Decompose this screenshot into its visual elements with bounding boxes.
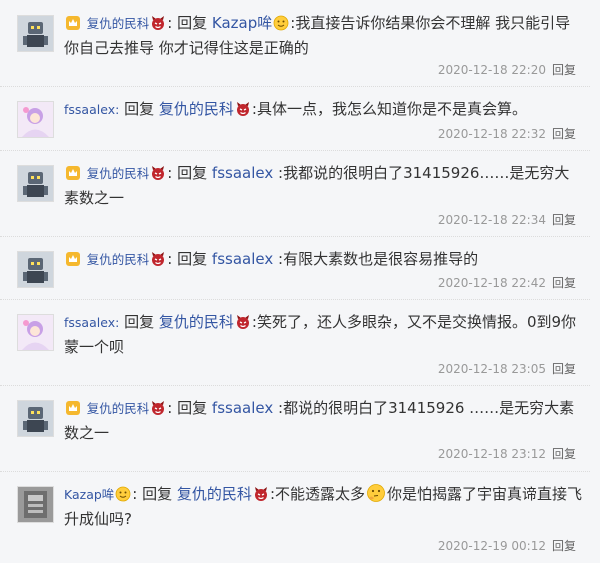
list-item: 复仇的民科: 回复 fssaalex :有限大素数也是很容易推导的 2020-1… [0, 236, 590, 300]
reply-meta: 2020-12-18 23:12 回复 [438, 445, 576, 462]
avatar[interactable] [17, 165, 54, 202]
target-user-link[interactable]: 复仇的民科 [159, 313, 234, 331]
smile-emoji-icon [273, 15, 289, 31]
reply-content: Kazap哞: 回复 复仇的民科:不能透露太多 你是怕揭露了宇宙真谛直接飞升成仙吗… [64, 483, 583, 528]
timestamp: 2020-12-18 22:34 [437, 213, 546, 227]
anime-avatar-icon [18, 102, 53, 137]
reply-content: 复仇的民科: 回复 Kazap哞:我直接告诉你结果你会不理解 我只能引导你自己去… [64, 14, 571, 57]
reply-button[interactable]: 回复 [552, 276, 576, 290]
username-link[interactable]: 复仇的民科 [87, 401, 150, 416]
timestamp: 2020-12-18 22:32 [437, 127, 546, 141]
reply-button[interactable]: 回复 [552, 213, 576, 227]
reply-label: 回复 [177, 250, 208, 268]
crown-badge-icon [65, 15, 81, 31]
reply-text: :具体一点，我怎么知道你是不是真会算。 [251, 100, 527, 118]
reply-thread: 复仇的民科: 回复 Kazap哞:我直接告诉你结果你会不理解 我只能引导你自己去… [0, 0, 600, 563]
anime-avatar-icon [18, 315, 53, 350]
list-item: Kazap哞: 回复 复仇的民科:不能透露太多 你是怕揭露了宇宙真谛直接飞升成仙吗… [0, 471, 590, 563]
username-link[interactable]: fssaalex: [64, 102, 119, 117]
reply-label: 回复 [142, 485, 173, 503]
reply-meta: 2020-12-19 00:12 回复 [438, 537, 576, 554]
crown-badge-icon [65, 251, 81, 267]
devil-face-icon [150, 251, 166, 267]
reply-content: fssaalex: 回复 复仇的民科:笑死了，还人多眼杂，又不是交换情报。0到9… [64, 310, 584, 359]
reply-label: 回复 [124, 313, 155, 331]
username-link[interactable]: fssaalex: [64, 315, 119, 330]
avatar[interactable] [17, 15, 54, 52]
avatar[interactable] [17, 486, 54, 523]
reply-label: 回复 [124, 100, 155, 118]
robot-avatar-icon [18, 16, 53, 51]
devil-face-icon [235, 314, 251, 330]
devil-face-icon [150, 15, 166, 31]
reply-button[interactable]: 回复 [552, 362, 576, 376]
reply-button[interactable]: 回复 [552, 127, 576, 141]
reply-label: 回复 [177, 399, 208, 417]
target-user-link[interactable]: fssaalex [212, 399, 273, 417]
reply-text: :有限大素数也是很容易推导的 [278, 250, 479, 268]
username-link[interactable]: 复仇的民科 [87, 16, 150, 31]
username-link[interactable]: 复仇的民科 [87, 252, 150, 267]
reply-meta: 2020-12-18 22:34 回复 [438, 211, 576, 228]
devil-face-icon [235, 101, 251, 117]
target-user-link[interactable]: fssaalex [212, 164, 273, 182]
username-link[interactable]: Kazap哞 [64, 487, 114, 502]
crown-badge-icon [65, 400, 81, 416]
timestamp: 2020-12-18 23:05 [437, 362, 546, 376]
reply-content: 复仇的民科: 回复 fssaalex :有限大素数也是很容易推导的 [64, 247, 584, 272]
reply-meta: 2020-12-18 22:42 回复 [438, 274, 576, 291]
reply-button[interactable]: 回复 [552, 447, 576, 461]
robot-avatar-icon [18, 252, 53, 287]
list-item: fssaalex: 回复 复仇的民科:笑死了，还人多眼杂，又不是交换情报。0到9… [0, 299, 590, 386]
robot-avatar-icon [18, 401, 53, 436]
reply-content: fssaalex: 回复 复仇的民科 :具体一点，我怎么知道你是不是真会算。 [64, 97, 584, 122]
avatar[interactable] [17, 314, 54, 351]
reply-meta: 2020-12-18 22:32 回复 [438, 125, 576, 142]
devil-face-icon [150, 165, 166, 181]
username-link[interactable]: 复仇的民科 [87, 166, 150, 181]
list-item: 复仇的民科: 回复 fssaalex :都说的很明白了31415926 ……是无… [0, 385, 590, 472]
thinking-emoji-icon [366, 483, 386, 503]
timestamp: 2020-12-18 23:12 [437, 447, 546, 461]
timestamp: 2020-12-18 22:42 [437, 276, 546, 290]
crown-badge-icon [65, 165, 81, 181]
target-user-link[interactable]: 复仇的民科 [177, 485, 252, 503]
reply-meta: 2020-12-18 23:05 回复 [438, 360, 576, 377]
reply-content: 复仇的民科: 回复 fssaalex :我都说的很明白了31415926……是无… [64, 164, 570, 207]
list-item: 复仇的民科: 回复 fssaalex :我都说的很明白了31415926……是无… [0, 150, 590, 237]
avatar[interactable] [17, 251, 54, 288]
gray-avatar-icon [18, 487, 53, 522]
avatar[interactable] [17, 101, 54, 138]
reply-button[interactable]: 回复 [552, 63, 576, 77]
reply-button[interactable]: 回复 [552, 539, 576, 553]
smile-emoji-icon [115, 486, 131, 502]
robot-avatar-icon [18, 166, 53, 201]
devil-face-icon [253, 486, 269, 502]
devil-face-icon [150, 400, 166, 416]
timestamp: 2020-12-19 00:12 [437, 539, 546, 553]
reply-meta: 2020-12-18 22:20 回复 [438, 61, 576, 78]
reply-label: 回复 [177, 14, 208, 32]
list-item: fssaalex: 回复 复仇的民科 :具体一点，我怎么知道你是不是真会算。 20… [0, 86, 590, 151]
target-user-link[interactable]: Kazap哞 [212, 14, 272, 32]
target-user-link[interactable]: 复仇的民科 [159, 100, 234, 118]
target-user-link[interactable]: fssaalex [212, 250, 273, 268]
reply-label: 回复 [177, 164, 208, 182]
reply-text: :不能透露太多 [269, 485, 365, 503]
avatar[interactable] [17, 400, 54, 437]
reply-content: 复仇的民科: 回复 fssaalex :都说的很明白了31415926 ……是无… [64, 399, 575, 442]
timestamp: 2020-12-18 22:20 [437, 63, 546, 77]
list-item: 复仇的民科: 回复 Kazap哞:我直接告诉你结果你会不理解 我只能引导你自己去… [0, 0, 590, 87]
